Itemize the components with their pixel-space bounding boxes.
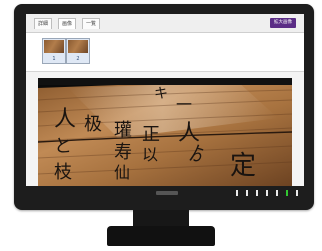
svg-text:ゟ: ゟ [188,144,206,165]
thumbnail-number: 1 [52,56,56,62]
svg-text:极: 极 [84,114,102,135]
svg-text:人: 人 [54,107,76,132]
svg-text:瓘: 瓘 [114,120,132,141]
zoom-image-button[interactable]: 拡大画像 [270,18,296,28]
browser-screen: 詳細 画像 一覧 拡大画像 1 2 キ 人 极 瓘 寿 仙 正 以 一 人 ゟ … [26,14,304,186]
wooden-tablet-image: キ 人 极 瓘 寿 仙 正 以 一 人 ゟ 定 と 枝 [38,78,292,186]
thumbnail-number: 2 [76,56,80,62]
monitor-button-icon[interactable] [246,190,248,196]
thumbnail-2[interactable]: 2 [66,38,90,64]
monitor-button-icon[interactable] [266,190,268,196]
monitor-stand-base [107,226,215,246]
svg-text:枝: 枝 [54,162,72,183]
svg-text:人: 人 [178,121,200,146]
tab-bar: 詳細 画像 一覧 拡大画像 [26,14,304,33]
main-image-viewer[interactable]: キ 人 极 瓘 寿 仙 正 以 一 人 ゟ 定 と 枝 [38,78,292,186]
monitor-button-icon[interactable] [236,190,238,196]
thumbnail-image-icon [68,40,88,53]
svg-text:と: と [54,136,72,157]
power-led-icon [286,190,288,196]
tab-list[interactable]: 一覧 [82,18,101,29]
svg-text:寿: 寿 [114,142,132,163]
svg-text:キ: キ [154,86,168,102]
monitor-button-icon[interactable] [256,190,258,196]
svg-text:一: 一 [176,95,192,114]
monitor-button-icon[interactable] [276,190,278,196]
monitor-button-icon[interactable] [296,190,298,196]
thumbnail-1[interactable]: 1 [42,38,66,64]
svg-text:以: 以 [142,145,158,164]
monitor-logo [156,191,178,195]
tab-details[interactable]: 詳細 [34,18,53,29]
thumbnail-image-icon [44,40,64,53]
thumbnail-strip: 1 2 [26,33,304,72]
svg-text:仙: 仙 [114,163,130,182]
svg-text:定: 定 [230,151,256,181]
tab-images[interactable]: 画像 [58,18,77,29]
svg-text:正: 正 [142,124,160,145]
